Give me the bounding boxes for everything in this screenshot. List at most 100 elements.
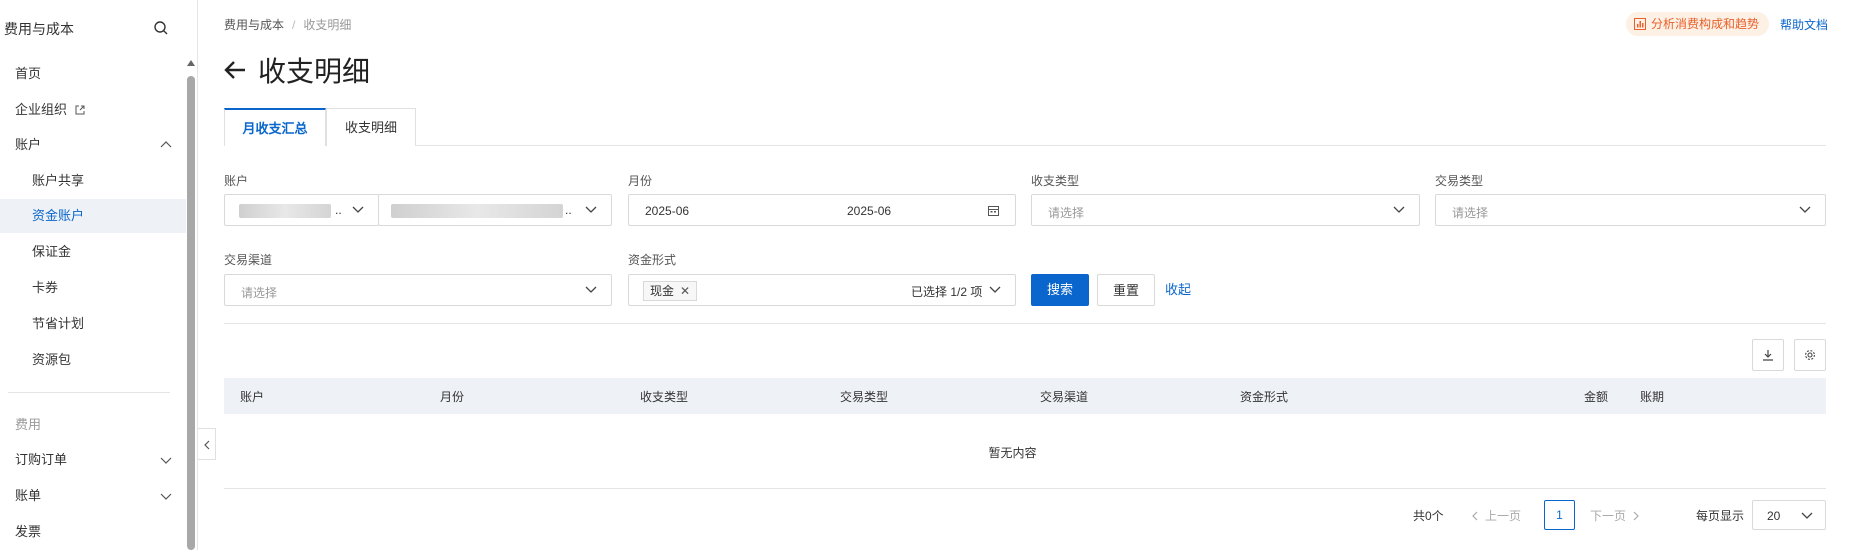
- redacted-value: [239, 204, 331, 218]
- divider: [224, 323, 1826, 324]
- chevron-down-icon: [1799, 206, 1811, 213]
- chevron-up-icon: [160, 141, 172, 148]
- sidebar-item-invoice[interactable]: 发票: [0, 515, 186, 549]
- sidebar-item-coupon[interactable]: 卡券: [0, 271, 186, 305]
- month-label: 月份: [628, 174, 653, 188]
- account-select-2[interactable]: ..: [378, 194, 612, 226]
- help-docs-link[interactable]: 帮助文档: [1780, 16, 1828, 33]
- account-ellipsis: ..: [565, 203, 572, 217]
- sidebar-item-label: 保证金: [32, 244, 72, 259]
- analyze-consumption-button[interactable]: 分析消费构成和趋势: [1626, 12, 1770, 36]
- column-header[interactable]: 收支类型: [640, 388, 688, 405]
- month-range-picker[interactable]: 2025-06 2025-06: [628, 194, 1016, 226]
- chevron-down-icon: [160, 493, 172, 500]
- sidebar-title: 费用与成本: [4, 21, 74, 37]
- tab-bar: 月收支汇总 收支明细: [224, 108, 1826, 146]
- gear-icon: [1805, 350, 1815, 360]
- sidebar-item-account-share[interactable]: 账户共享: [0, 164, 186, 198]
- type-placeholder: 请选择: [1048, 206, 1085, 220]
- sidebar-section-label: 费用: [15, 417, 42, 432]
- sidebar-item-label: 账户共享: [32, 173, 85, 188]
- chevron-down-icon: [585, 286, 597, 293]
- sidebar-item-label: 资金账户: [32, 208, 85, 223]
- fund-tag: 现金 ✕: [643, 281, 698, 301]
- external-link-icon: [75, 105, 85, 115]
- collapse-filters-link[interactable]: 收起: [1161, 274, 1195, 306]
- trade-placeholder: 请选择: [1452, 206, 1489, 220]
- channel-select[interactable]: 请选择: [224, 274, 612, 306]
- chevron-down-icon: [585, 206, 597, 213]
- trade-select[interactable]: 请选择: [1435, 194, 1826, 226]
- column-header[interactable]: 月份: [440, 388, 464, 405]
- scroll-up-arrow[interactable]: [187, 60, 195, 66]
- redacted-value: [391, 204, 563, 218]
- bar-chart-icon: [1634, 18, 1646, 30]
- settings-button[interactable]: [1794, 339, 1826, 371]
- month-start[interactable]: 2025-06: [645, 204, 689, 218]
- sidebar-item-home[interactable]: 首页: [0, 57, 186, 91]
- search-icon[interactable]: [153, 20, 169, 36]
- reset-button[interactable]: 重置: [1097, 274, 1155, 306]
- sidebar: 费用与成本 首页 企业组织 账户 账户共享 资金账户 保证金 卡券 节省计划 资…: [0, 0, 198, 550]
- type-select[interactable]: 请选择: [1031, 194, 1420, 226]
- sidebar-section-cost: 费用: [0, 408, 186, 442]
- download-icon: [1763, 350, 1773, 361]
- sidebar-item-label: 企业组织: [15, 102, 68, 117]
- column-header[interactable]: 交易类型: [840, 388, 888, 405]
- table-bottom-border: [224, 488, 1826, 489]
- channel-placeholder: 请选择: [241, 286, 278, 300]
- prev-page-label: 上一页: [1485, 509, 1522, 523]
- table-header: 账户 月份 收支类型 交易类型 交易渠道 资金形式 金额 账期: [224, 378, 1826, 414]
- column-header[interactable]: 账户: [240, 388, 264, 405]
- sidebar-item-account[interactable]: 账户: [0, 128, 186, 162]
- chevron-left-icon: [1472, 511, 1478, 521]
- download-button[interactable]: [1752, 339, 1784, 371]
- column-header[interactable]: 资金形式: [1240, 388, 1288, 405]
- sidebar-item-label: 卡券: [32, 280, 59, 295]
- channel-label: 交易渠道: [224, 253, 273, 267]
- sidebar-item-label: 账单: [15, 488, 42, 503]
- page-size-value: 20: [1767, 509, 1781, 523]
- column-header[interactable]: 金额: [1584, 388, 1608, 405]
- month-end[interactable]: 2025-06: [847, 204, 891, 218]
- total-count: 共0个: [1413, 509, 1444, 523]
- page-size-select[interactable]: 20: [1752, 500, 1826, 530]
- tab-monthly-summary[interactable]: 月收支汇总: [224, 108, 326, 146]
- tab-detail[interactable]: 收支明细: [326, 108, 416, 146]
- next-page-button[interactable]: 下一页: [1590, 507, 1640, 524]
- back-arrow-icon[interactable]: [224, 61, 246, 79]
- close-icon[interactable]: ✕: [680, 282, 690, 300]
- sidebar-item-resource-pack[interactable]: 资源包: [0, 343, 186, 377]
- per-page-label: 每页显示: [1696, 509, 1745, 523]
- breadcrumb: 费用与成本 / 收支明细: [224, 16, 351, 33]
- column-header[interactable]: 交易渠道: [1040, 388, 1088, 405]
- breadcrumb-separator: /: [292, 18, 296, 32]
- chevron-right-icon: [1633, 511, 1639, 521]
- sidebar-item-bills[interactable]: 账单: [0, 479, 186, 513]
- next-page-label: 下一页: [1590, 509, 1627, 523]
- analyze-label: 分析消费构成和趋势: [1651, 17, 1760, 31]
- sidebar-item-saving-plan[interactable]: 节省计划: [0, 307, 186, 341]
- sidebar-item-deposit[interactable]: 保证金: [0, 235, 186, 269]
- account-ellipsis: ..: [335, 203, 342, 217]
- sidebar-item-label: 发票: [15, 524, 42, 539]
- account-select-1[interactable]: ..: [224, 194, 379, 226]
- sidebar-item-org[interactable]: 企业组织: [0, 93, 186, 127]
- chevron-down-icon: [989, 286, 1001, 293]
- page-header: 收支明细: [224, 50, 370, 90]
- page-number[interactable]: 1: [1544, 500, 1575, 530]
- breadcrumb-root[interactable]: 费用与成本: [224, 18, 284, 32]
- fund-label: 资金形式: [628, 253, 677, 267]
- fund-tag-label: 现金: [650, 284, 675, 298]
- sidebar-item-fund-account[interactable]: 资金账户: [0, 199, 186, 233]
- column-header[interactable]: 账期: [1640, 388, 1664, 405]
- prev-page-button[interactable]: 上一页: [1471, 507, 1521, 524]
- page-title: 收支明细: [258, 56, 371, 87]
- sidebar-scrollbar[interactable]: [187, 76, 195, 550]
- fund-selected-count: 已选择 1/2 项: [911, 285, 983, 299]
- chevron-down-icon: [1801, 512, 1813, 519]
- search-button[interactable]: 搜索: [1031, 274, 1089, 306]
- fund-multiselect[interactable]: 现金 ✕ 已选择 1/2 项: [628, 274, 1016, 306]
- trade-label: 交易类型: [1435, 174, 1484, 188]
- sidebar-item-label: 首页: [15, 66, 42, 81]
